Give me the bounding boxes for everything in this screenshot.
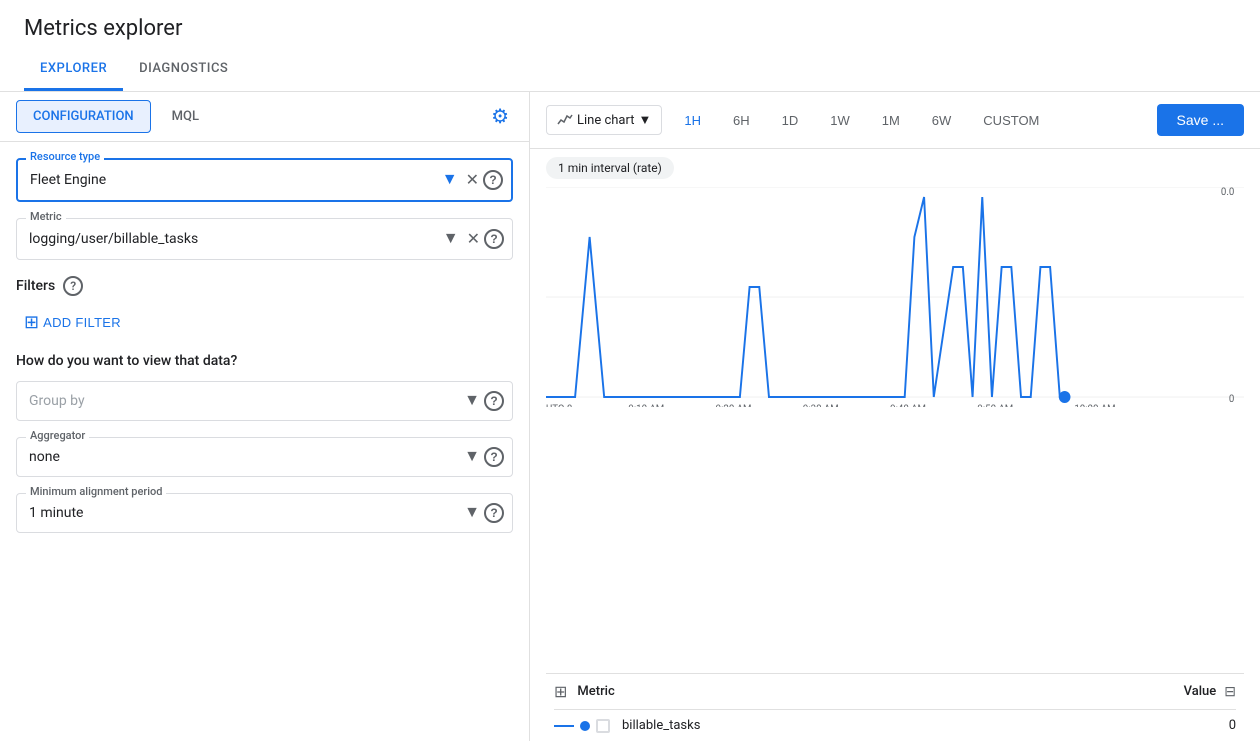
svg-text:UTC-8: UTC-8: [546, 404, 572, 407]
legend-checkbox[interactable]: [596, 719, 610, 733]
metric-help-btn[interactable]: ?: [484, 229, 504, 249]
time-btn-1w[interactable]: 1W: [820, 107, 860, 134]
gear-icon: ⚙: [491, 106, 509, 128]
add-filter-button[interactable]: ⊞ ADD FILTER: [16, 308, 129, 337]
aggregator-dropdown-btn[interactable]: ▼: [460, 446, 484, 468]
chart-area: 1 min interval (rate) 0.0 0: [530, 149, 1260, 741]
metric-field: Metric logging/user/billable_tasks ▼ ✕ ?: [16, 218, 513, 260]
save-button[interactable]: Save ...: [1157, 104, 1244, 136]
svg-text:9:20 AM: 9:20 AM: [716, 404, 752, 407]
filters-label: Filters: [16, 278, 55, 294]
main-content: CONFIGURATION MQL ⚙ Resource type Fleet …: [0, 92, 1260, 741]
legend-value-header: Value: [1184, 684, 1217, 699]
svg-text:10:00 AM: 10:00 AM: [1074, 404, 1115, 407]
resource-type-field: Resource type Fleet Engine ▼ ✕ ?: [16, 158, 513, 202]
min-alignment-select[interactable]: 1 minute ▼ ?: [16, 493, 513, 533]
tab-mql[interactable]: MQL: [155, 100, 216, 133]
time-btn-1h[interactable]: 1H: [674, 107, 711, 134]
resource-type-select[interactable]: Fleet Engine ▼ ✕ ?: [16, 158, 513, 202]
filters-help-icon[interactable]: ?: [63, 276, 83, 296]
metric-label: Metric: [26, 210, 66, 223]
chart-type-select[interactable]: Line chart ▼: [546, 105, 662, 135]
line-chart-icon: [557, 112, 573, 128]
time-btn-6w[interactable]: 6W: [922, 107, 962, 134]
legend-metric-value: 0: [1176, 718, 1236, 733]
legend-table: ⊞ Metric Value ⊟ bill: [546, 673, 1244, 741]
panel-scroll: Resource type Fleet Engine ▼ ✕ ? Metric …: [0, 142, 529, 741]
resource-type-help-btn[interactable]: ?: [483, 170, 503, 190]
time-btn-1m[interactable]: 1M: [872, 107, 910, 134]
svg-text:9:30 AM: 9:30 AM: [803, 404, 839, 407]
resource-type-value: Fleet Engine: [30, 172, 438, 188]
group-by-placeholder: Group by: [29, 393, 460, 409]
app-container: Metrics explorer EXPLORER DIAGNOSTICS CO…: [0, 0, 1260, 741]
resource-type-dropdown-btn[interactable]: ▼: [438, 169, 462, 191]
aggregator-help-btn[interactable]: ?: [484, 447, 504, 467]
chart-cursor-dot: [1059, 391, 1071, 403]
left-panel: CONFIGURATION MQL ⚙ Resource type Fleet …: [0, 92, 530, 741]
chart-svg: 0.0 0 UTC-8 9:10 AM 9:20 AM 9:30 AM 9:40…: [546, 187, 1244, 407]
time-btn-6h[interactable]: 6H: [723, 107, 760, 134]
resource-type-clear-btn[interactable]: ✕: [462, 168, 483, 192]
legend-line-indicator: [554, 725, 574, 727]
metric-dropdown-btn[interactable]: ▼: [439, 228, 463, 250]
group-by-dropdown-btn[interactable]: ▼: [460, 390, 484, 412]
legend-col-icon: ⊟: [1224, 684, 1236, 700]
metric-value: logging/user/billable_tasks: [29, 231, 439, 247]
time-btn-1d[interactable]: 1D: [772, 107, 809, 134]
legend-metric-name: billable_tasks: [622, 718, 1176, 733]
svg-text:9:40 AM: 9:40 AM: [890, 404, 926, 407]
min-alignment-field: Minimum alignment period 1 minute ▼ ?: [16, 493, 513, 533]
interval-badge: 1 min interval (rate): [546, 157, 674, 179]
aggregator-label: Aggregator: [26, 429, 89, 442]
grid-icon: ⊞: [554, 682, 567, 701]
chart-toolbar: Line chart ▼ 1H 6H 1D 1W 1M 6W CUSTOM Sa…: [530, 92, 1260, 149]
svg-text:0.0: 0.0: [1221, 187, 1234, 198]
gear-button[interactable]: ⚙: [487, 100, 513, 133]
metric-select[interactable]: logging/user/billable_tasks ▼ ✕ ?: [16, 218, 513, 260]
filters-row: Filters ?: [16, 276, 513, 296]
metric-clear-btn[interactable]: ✕: [463, 227, 484, 251]
svg-text:9:50 AM: 9:50 AM: [977, 404, 1013, 407]
chart-type-label: Line chart: [577, 113, 634, 128]
app-title: Metrics explorer: [0, 0, 1260, 49]
legend-metric-col-header: ⊞ Metric: [554, 682, 1184, 701]
group-by-help-btn[interactable]: ?: [484, 391, 504, 411]
right-panel: Line chart ▼ 1H 6H 1D 1W 1M 6W CUSTOM Sa…: [530, 92, 1260, 741]
legend-color-dot: [580, 721, 590, 731]
aggregator-select[interactable]: none ▼ ?: [16, 437, 513, 477]
legend-header: ⊞ Metric Value ⊟: [554, 674, 1236, 710]
nav-tab-diagnostics[interactable]: DIAGNOSTICS: [123, 49, 244, 91]
svg-text:0: 0: [1229, 394, 1234, 405]
legend-row: billable_tasks 0: [554, 710, 1236, 741]
resource-type-label: Resource type: [26, 150, 104, 163]
min-alignment-value: 1 minute: [29, 505, 460, 521]
tab-configuration[interactable]: CONFIGURATION: [16, 100, 151, 133]
top-nav: EXPLORER DIAGNOSTICS: [0, 49, 1260, 92]
nav-tab-explorer[interactable]: EXPLORER: [24, 49, 123, 91]
group-by-select[interactable]: Group by ▼ ?: [16, 381, 513, 421]
aggregator-value: none: [29, 449, 460, 465]
min-alignment-label: Minimum alignment period: [26, 485, 166, 498]
min-alignment-help-btn[interactable]: ?: [484, 503, 504, 523]
chart-type-dropdown-icon: ▼: [638, 112, 651, 128]
view-section-heading: How do you want to view that data?: [16, 353, 513, 369]
chart-svg-container: 0.0 0 UTC-8 9:10 AM 9:20 AM 9:30 AM 9:40…: [546, 187, 1244, 673]
add-filter-icon: ⊞: [24, 312, 39, 333]
add-filter-label: ADD FILTER: [43, 315, 121, 330]
time-btn-custom[interactable]: CUSTOM: [973, 107, 1049, 134]
min-alignment-dropdown-btn[interactable]: ▼: [460, 502, 484, 524]
svg-text:9:10 AM: 9:10 AM: [628, 404, 664, 407]
panel-tabs: CONFIGURATION MQL ⚙: [0, 92, 529, 142]
legend-metric-header: Metric: [577, 684, 614, 699]
aggregator-field: Aggregator none ▼ ?: [16, 437, 513, 477]
